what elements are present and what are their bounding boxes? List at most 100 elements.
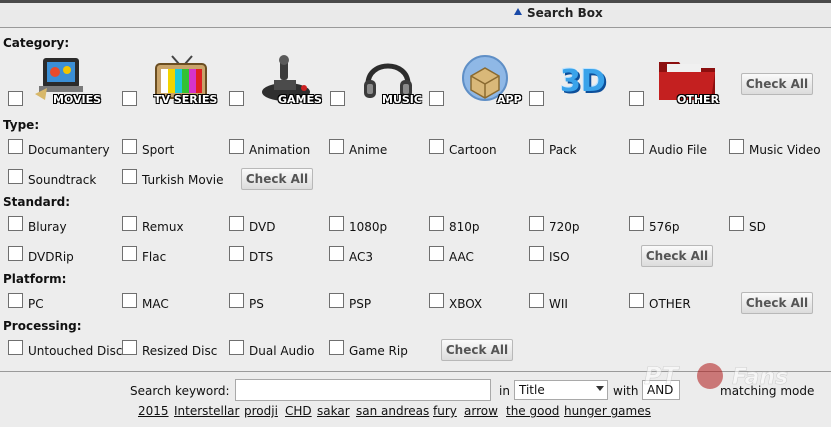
platform-check-all-button[interactable]: Check All — [741, 292, 813, 314]
type-checkbox-sport[interactable] — [122, 139, 137, 154]
standard-checkbox-1080p[interactable] — [329, 216, 344, 231]
category-checkbox-movies[interactable] — [8, 91, 23, 106]
type-label-documantery: Documantery — [28, 143, 110, 157]
other-caption: OTHER — [677, 93, 720, 106]
processing-check-all-button[interactable]: Check All — [441, 339, 513, 361]
category-checkbox-app[interactable] — [429, 91, 444, 106]
standard-label-720p: 720p — [549, 220, 580, 234]
standard-checkbox-ac3[interactable] — [329, 246, 344, 261]
search-in-value: Title — [519, 383, 545, 397]
standard-checkbox-iso[interactable] — [529, 246, 544, 261]
category-other[interactable]: OTHER — [657, 54, 720, 106]
standard-label-dvd: DVD — [249, 220, 276, 234]
search-in-select[interactable]: Title — [514, 380, 608, 400]
standard-label-ac3: AC3 — [349, 250, 374, 264]
search-keyword-label: Search keyword: — [130, 384, 230, 398]
type-checkbox-pack[interactable] — [529, 139, 544, 154]
type-checkbox-turkish-movie[interactable] — [122, 169, 137, 184]
standard-label-dts: DTS — [249, 250, 274, 264]
type-checkbox-music-video[interactable] — [729, 139, 744, 154]
type-label-turkish-movie: Turkish Movie — [142, 173, 224, 187]
standard-checkbox-dvdrip[interactable] — [8, 246, 23, 261]
search-keyword-input[interactable] — [235, 379, 491, 401]
category-check-all-button[interactable]: Check All — [741, 73, 813, 95]
standard-label-remux: Remux — [142, 220, 184, 234]
category-games[interactable]: GAMES — [258, 54, 322, 106]
popular-keyword-link[interactable]: 2015 — [138, 404, 169, 418]
standard-label-flac: Flac — [142, 250, 167, 264]
popular-keyword-link[interactable]: Interstellar — [174, 404, 239, 418]
popular-keyword-link[interactable]: arrow — [464, 404, 498, 418]
chevron-down-icon — [596, 386, 604, 391]
standard-label-dvdrip: DVDRip — [28, 250, 74, 264]
processing-heading: Processing: — [3, 319, 82, 333]
processing-label-dual-audio: Dual Audio — [249, 344, 315, 358]
popular-keyword-link[interactable]: san andreas — [356, 404, 429, 418]
standard-label-810p: 810p — [449, 220, 480, 234]
type-check-all-button[interactable]: Check All — [241, 168, 313, 190]
music-caption: MUSIC — [382, 93, 422, 106]
category-checkbox-other[interactable] — [629, 91, 644, 106]
standard-check-all-button[interactable]: Check All — [641, 245, 713, 267]
standard-checkbox-dts[interactable] — [229, 246, 244, 261]
movies-caption: MOVIES — [53, 93, 102, 106]
platform-checkbox-other[interactable] — [629, 293, 644, 308]
search-with-label: with — [613, 384, 639, 398]
processing-checkbox-resized-disc[interactable] — [122, 340, 137, 355]
type-checkbox-cartoon[interactable] — [429, 139, 444, 154]
search-box-title[interactable]: Search Box — [527, 6, 603, 20]
category-tv-series[interactable]: TV SERIES — [152, 54, 217, 106]
popular-keyword-link[interactable]: hunger games — [564, 404, 651, 418]
category-checkbox-3d[interactable] — [529, 91, 544, 106]
category-checkbox-tv-series[interactable] — [122, 91, 137, 106]
type-label-audio-file: Audio File — [649, 143, 708, 157]
platform-checkbox-mac[interactable] — [122, 293, 137, 308]
category-3d[interactable]: 3D — [556, 54, 616, 106]
platform-checkbox-xbox[interactable] — [429, 293, 444, 308]
processing-checkbox-game-rip[interactable] — [329, 340, 344, 355]
standard-checkbox-sd[interactable] — [729, 216, 744, 231]
3d-caption: 3D — [560, 64, 606, 99]
standard-checkbox-bluray[interactable] — [8, 216, 23, 231]
category-checkbox-games[interactable] — [229, 91, 244, 106]
platform-heading: Platform: — [3, 272, 67, 286]
standard-checkbox-remux[interactable] — [122, 216, 137, 231]
processing-checkbox-untouched-disc[interactable] — [8, 340, 23, 355]
standard-checkbox-aac[interactable] — [429, 246, 444, 261]
watermark-logo: PT Fans — [640, 358, 820, 403]
type-checkbox-animation[interactable] — [229, 139, 244, 154]
collapse-arrow-icon[interactable] — [514, 8, 522, 15]
search-box-header[interactable]: Search Box — [0, 0, 831, 28]
standard-checkbox-576p[interactable] — [629, 216, 644, 231]
popular-keyword-link[interactable]: fury — [433, 404, 457, 418]
standard-checkbox-dvd[interactable] — [229, 216, 244, 231]
standard-checkbox-810p[interactable] — [429, 216, 444, 231]
type-checkbox-audio-file[interactable] — [629, 139, 644, 154]
tv-series-caption: TV SERIES — [154, 93, 218, 106]
popular-keyword-link[interactable]: CHD — [285, 404, 312, 418]
category-app[interactable]: APP — [459, 54, 522, 106]
platform-checkbox-psp[interactable] — [329, 293, 344, 308]
standard-label-sd: SD — [749, 220, 766, 234]
type-checkbox-anime[interactable] — [329, 139, 344, 154]
app-caption: APP — [497, 93, 522, 106]
popular-keyword-link[interactable]: prodji — [244, 404, 278, 418]
standard-heading: Standard: — [3, 195, 71, 209]
category-checkbox-music[interactable] — [330, 91, 345, 106]
platform-checkbox-ps[interactable] — [229, 293, 244, 308]
type-checkbox-documantery[interactable] — [8, 139, 23, 154]
standard-checkbox-720p[interactable] — [529, 216, 544, 231]
processing-label-resized-disc: Resized Disc — [142, 344, 218, 358]
standard-label-bluray: Bluray — [28, 220, 67, 234]
processing-checkbox-dual-audio[interactable] — [229, 340, 244, 355]
standard-checkbox-flac[interactable] — [122, 246, 137, 261]
type-checkbox-soundtrack[interactable] — [8, 169, 23, 184]
popular-keyword-link[interactable]: sakar — [317, 404, 350, 418]
standard-label-576p: 576p — [649, 220, 680, 234]
category-music[interactable]: MUSIC — [360, 54, 422, 106]
category-movies[interactable]: MOVIES — [33, 54, 101, 106]
popular-keyword-link[interactable]: the good — [506, 404, 559, 418]
platform-checkbox-wii[interactable] — [529, 293, 544, 308]
type-label-sport: Sport — [142, 143, 175, 157]
platform-checkbox-pc[interactable] — [8, 293, 23, 308]
